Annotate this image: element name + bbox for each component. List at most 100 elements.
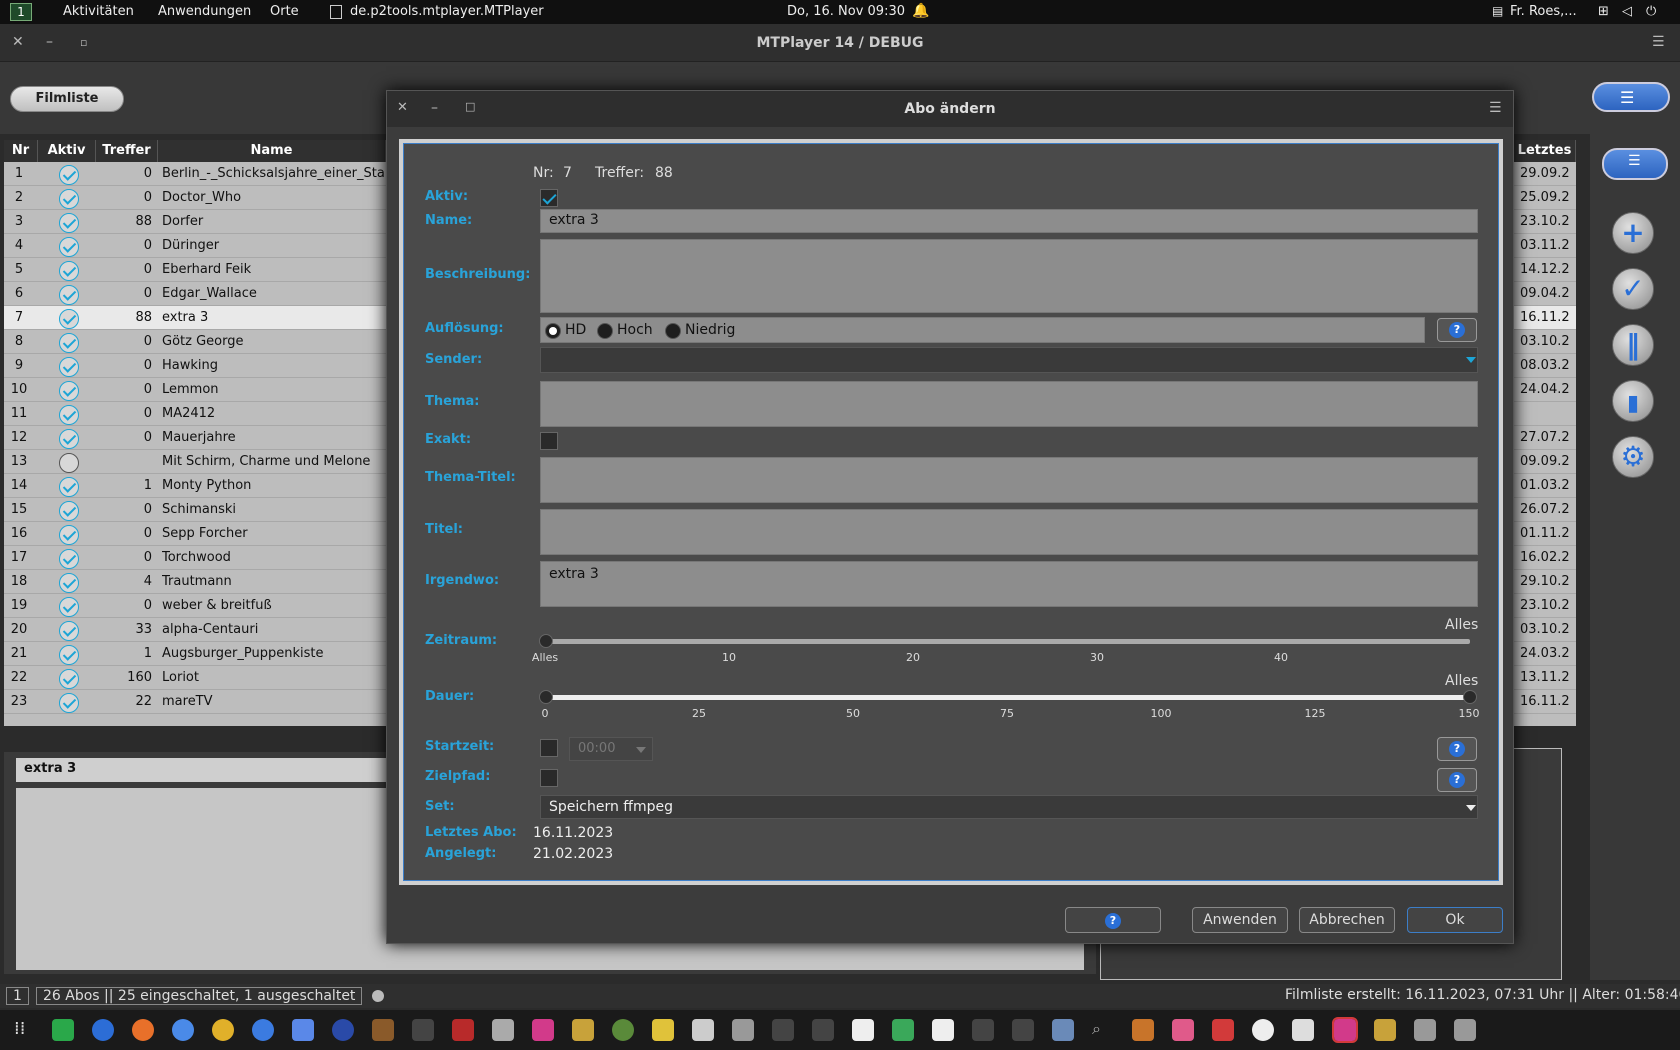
set-select[interactable]: Speichern ffmpeg (540, 795, 1478, 819)
table-row[interactable]: 08.03.2 (1514, 354, 1576, 378)
delete-button[interactable]: ▮ (1612, 380, 1654, 422)
taskbar-terminal-icon[interactable] (772, 1019, 794, 1041)
zielpfad-checkbox[interactable] (540, 769, 558, 787)
anwenden-button[interactable]: Anwenden (1192, 907, 1288, 933)
column-header-name[interactable]: Name (158, 140, 386, 162)
table-row[interactable]: 1 0 Berlin_-_Schicksalsjahre_einer_Sta (4, 162, 386, 186)
zeitraum-slider[interactable] (539, 634, 1470, 648)
table-row[interactable]: 16.11.2 (1514, 306, 1576, 330)
hamburger-menu-icon[interactable]: ☰ (1489, 100, 1502, 116)
clock[interactable]: Do, 16. Nov 09:30 (787, 4, 905, 19)
radio-hd[interactable] (545, 323, 561, 339)
table-row[interactable]: 7 88 extra 3 (4, 306, 386, 330)
table-row[interactable]: 25.09.2 (1514, 186, 1576, 210)
column-header-letztes[interactable]: Letztes (1514, 140, 1576, 162)
taskbar-search-icon[interactable]: ⌕ (1092, 1019, 1114, 1041)
taskbar-app-icon[interactable] (692, 1019, 714, 1041)
table-row[interactable]: 27.07.2 (1514, 426, 1576, 450)
filmliste-button[interactable]: Filmliste (10, 86, 124, 112)
taskbar-app-icon[interactable] (292, 1019, 314, 1041)
clipboard-icon[interactable]: ▤ (1492, 4, 1503, 18)
pause-button[interactable]: ‖ (1612, 324, 1654, 366)
taskbar-terminal-icon[interactable] (1012, 1019, 1034, 1041)
sender-select[interactable] (540, 347, 1478, 373)
radio-hoch-label[interactable]: Hoch (617, 322, 653, 338)
taskbar-app-icon[interactable] (852, 1019, 874, 1041)
table-row[interactable]: 4 0 Düringer (4, 234, 386, 258)
table-row[interactable]: 21 1 Augsburger_Puppenkiste (4, 642, 386, 666)
hamburger-menu-icon[interactable]: ☰ (1652, 34, 1665, 50)
radio-niedrig[interactable] (665, 323, 681, 339)
user-menu[interactable]: Fr. Roes,... (1510, 4, 1577, 19)
table-row[interactable]: 22 160 Loriot (4, 666, 386, 690)
taskbar-chrome-icon[interactable] (212, 1019, 234, 1041)
table-row[interactable]: 6 0 Edgar_Wallace (4, 282, 386, 306)
table-row[interactable]: 16 0 Sepp Forcher (4, 522, 386, 546)
chevron-down-icon[interactable] (1466, 805, 1476, 811)
taskbar-app-icon[interactable] (1132, 1019, 1154, 1041)
taskbar-chromium-icon[interactable] (252, 1019, 274, 1041)
table-row[interactable]: 8 0 Götz George (4, 330, 386, 354)
table-row[interactable]: 10 0 Lemmon (4, 378, 386, 402)
table-row[interactable]: 3 88 Dorfer (4, 210, 386, 234)
table-row[interactable]: 29.10.2 (1514, 570, 1576, 594)
aktiv-checkbox[interactable] (540, 189, 558, 207)
taskbar-terminal-icon[interactable] (972, 1019, 994, 1041)
taskbar-files-icon[interactable] (492, 1019, 514, 1041)
table-row[interactable]: 16.11.2 (1514, 690, 1576, 714)
column-header-treffer[interactable]: Treffer (96, 140, 158, 162)
dauer-range-slider[interactable] (539, 690, 1477, 704)
taskbar-app-icon[interactable] (452, 1019, 474, 1041)
table-row[interactable]: 14.12.2 (1514, 258, 1576, 282)
table-row[interactable]: 03.10.2 (1514, 618, 1576, 642)
table-row[interactable]: 23 22 mareTV (4, 690, 386, 714)
taskbar-app-icon[interactable] (612, 1019, 634, 1041)
taskbar-mtplayer-icon[interactable] (532, 1019, 554, 1041)
taskbar-vim-icon[interactable] (732, 1019, 754, 1041)
zielpfad-help-button[interactable] (1437, 768, 1477, 792)
table-row[interactable]: 18 4 Trautmann (4, 570, 386, 594)
beschreibung-textarea[interactable] (540, 239, 1478, 313)
bell-icon[interactable]: 🔔 (912, 3, 929, 19)
titel-input[interactable] (540, 509, 1478, 555)
table-row[interactable]: 13.11.2 (1514, 666, 1576, 690)
taskbar-browser-icon[interactable] (172, 1019, 194, 1041)
table-row[interactable]: 01.11.2 (1514, 522, 1576, 546)
taskbar-terminal-icon[interactable] (412, 1019, 434, 1041)
table-row[interactable]: 01.03.2 (1514, 474, 1576, 498)
table-row[interactable]: 17 0 Torchwood (4, 546, 386, 570)
table-row[interactable]: 03.11.2 (1514, 234, 1576, 258)
table-row[interactable]: 26.07.2 (1514, 498, 1576, 522)
thema-titel-input[interactable] (540, 457, 1478, 503)
app-name-menu[interactable]: de.p2tools.mtplayer.MTPlayer (350, 4, 544, 19)
taskbar-trash-icon[interactable] (1454, 1019, 1476, 1041)
table-row[interactable]: 24.03.2 (1514, 642, 1576, 666)
abbrechen-button[interactable]: Abbrechen (1299, 907, 1395, 933)
taskbar-app-icon[interactable] (572, 1019, 594, 1041)
table-row[interactable]: 19 0 weber & breitfuß (4, 594, 386, 618)
workspace-indicator[interactable]: 1 (10, 3, 32, 21)
taskbar-app-icon[interactable] (1052, 1019, 1074, 1041)
table-row[interactable]: 12 0 Mauerjahre (4, 426, 386, 450)
table-row[interactable]: 13 Mit Schirm, Charme und Melone (4, 450, 386, 474)
radio-niedrig-label[interactable]: Niedrig (685, 322, 735, 338)
taskbar-app-icon[interactable] (1212, 1019, 1234, 1041)
taskbar-app-icon[interactable] (1414, 1019, 1436, 1041)
dauer-max-handle[interactable] (1463, 690, 1477, 704)
taskbar-app-icon[interactable] (1374, 1019, 1396, 1041)
table-row[interactable]: 14 1 Monty Python (4, 474, 386, 498)
applications-menu[interactable]: Anwendungen (158, 4, 251, 19)
view-menu-button[interactable]: ☰ (1592, 82, 1670, 112)
taskbar-app-icon[interactable] (372, 1019, 394, 1041)
irgendwo-input[interactable]: extra 3 (540, 561, 1478, 607)
taskbar-terminal-icon[interactable] (812, 1019, 834, 1041)
startzeit-help-button[interactable] (1437, 737, 1477, 761)
table-row[interactable]: 5 0 Eberhard Feik (4, 258, 386, 282)
name-input[interactable]: extra 3 (540, 209, 1478, 233)
table-row[interactable]: 09.04.2 (1514, 282, 1576, 306)
places-menu[interactable]: Orte (270, 4, 299, 19)
taskbar-app-icon[interactable] (892, 1019, 914, 1041)
chevron-down-icon[interactable] (1466, 357, 1476, 363)
table-row[interactable]: 2 0 Doctor_Who (4, 186, 386, 210)
table-row[interactable]: 09.09.2 (1514, 450, 1576, 474)
